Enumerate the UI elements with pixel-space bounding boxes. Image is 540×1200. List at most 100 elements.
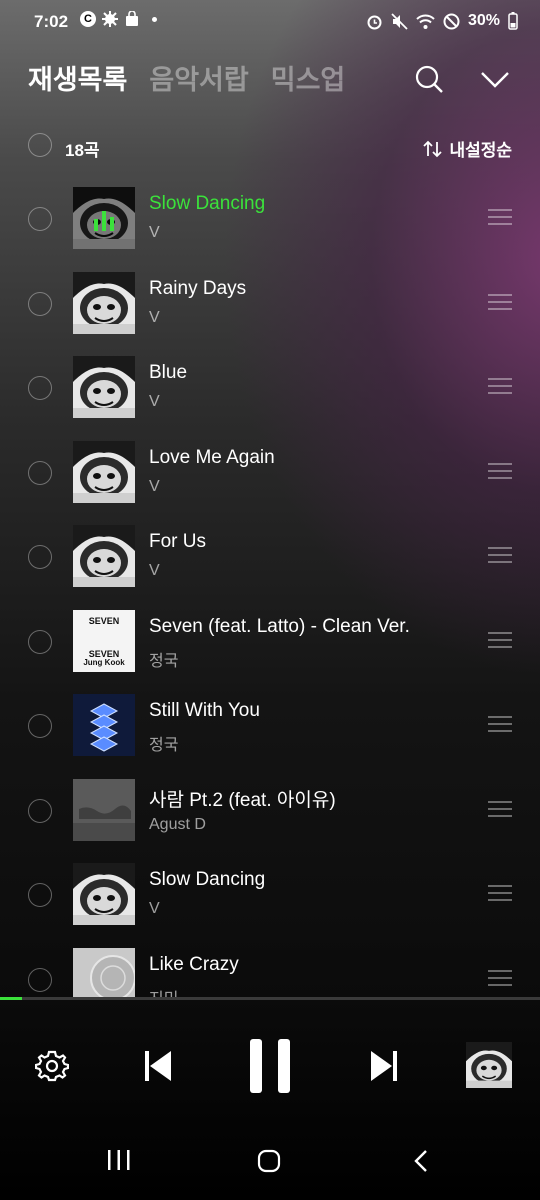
now-playing-album-art[interactable] [466,1042,512,1088]
track-select-checkbox[interactable] [28,629,52,654]
drag-handle-icon[interactable] [488,631,512,653]
track-select-checkbox[interactable] [28,714,52,738]
album-art-still-with-you-image [73,694,135,756]
tab-music-drawer[interactable]: 음악서랍 [149,58,248,97]
track-artist: 정국 [149,652,179,670]
playback-progress-bar[interactable] [0,997,540,1000]
track-artist: V [149,224,160,241]
track-artist: 정국 [149,737,179,754]
track-title: Like Crazy [149,953,239,975]
album-art-v-image [73,525,135,587]
track-title: Seven (feat. Latto) - Clean Ver. [149,615,410,637]
pause-button[interactable] [246,1036,294,1096]
track-row[interactable]: SEVEN SEVEN Jung Kook Seven (feat. Latto) -… [0,601,540,685]
track-title: Slow Dancing [149,193,266,214]
now-playing-equalizer-icon [73,187,135,249]
track-row[interactable]: Slow Dancing V [0,178,540,262]
tab-now-playing[interactable]: 재생목록 [28,58,127,97]
alarm-icon [367,15,382,29]
album-art-seven-image: SEVEN SEVEN Jung Kook [73,609,135,672]
track-select-checkbox[interactable] [28,883,52,907]
track-title: Slow Dancing [149,869,266,890]
back-icon[interactable] [410,1148,432,1174]
shopping-bag-icon [126,11,138,26]
track-row[interactable]: Still With You 정국 [0,685,540,769]
previous-track-button[interactable] [140,1046,176,1086]
skip-next-icon [371,1051,397,1081]
battery-icon [508,12,518,30]
album-art-v-image [73,440,135,503]
drag-handle-icon[interactable] [488,547,512,568]
track-album-art [73,356,135,418]
sort-button[interactable]: 내설정순 [423,136,512,161]
drag-handle-icon[interactable] [488,293,512,315]
track-select-checkbox[interactable] [28,798,52,823]
track-select-checkbox[interactable] [28,207,52,231]
skip-previous-icon [145,1051,171,1081]
sort-icon [423,140,443,157]
settings-gear-status-icon [102,11,118,27]
wifi-icon [416,14,435,29]
track-select-checkbox[interactable] [28,460,52,485]
track-row[interactable]: 사람 Pt.2 (feat. 아이유) Agust D [0,770,540,854]
track-artist: V [149,477,160,495]
gear-icon [35,1050,69,1082]
drag-handle-icon[interactable] [488,885,512,906]
pause-icon [250,1039,290,1093]
track-album-art [73,947,135,998]
drag-handle-icon[interactable] [488,378,512,399]
track-album-art: SEVEN SEVEN Jung Kook [73,609,135,672]
album-art-agust-d-image [73,778,135,841]
track-album-art [73,187,135,249]
track-select-checkbox[interactable] [28,291,52,316]
next-track-button[interactable] [366,1046,402,1086]
drag-handle-icon[interactable] [488,716,512,737]
drag-handle-icon[interactable] [488,462,512,484]
select-all-checkbox[interactable] [28,133,52,157]
track-artist: V [149,900,160,917]
track-select-checkbox[interactable] [28,376,52,400]
drag-handle-icon[interactable] [488,209,512,230]
track-title: Still With You [149,700,260,721]
track-album-art [73,440,135,503]
track-title: Blue [149,362,188,383]
mute-icon [391,12,408,30]
sort-label: 내설정순 [449,141,512,160]
track-artist: V [149,393,160,410]
album-art-v-image [73,271,135,334]
track-select-checkbox[interactable] [28,967,52,992]
track-title: For Us [149,531,206,552]
album-art-v-image [73,356,135,418]
progress-fill [0,997,22,1000]
album-art-jimin-image [73,947,135,998]
track-album-art [73,525,135,587]
track-artist: 지민 [149,985,178,999]
tab-mixup[interactable]: 믹스업 [271,58,346,97]
track-row[interactable]: Love Me Again V [0,432,540,516]
recent-apps-icon[interactable] [106,1148,132,1172]
album-art-v-image [466,1042,512,1088]
track-title: Rainy Days [149,277,247,299]
drag-handle-icon[interactable] [488,800,512,822]
battery-percent: 30% [467,12,500,29]
track-row[interactable]: For Us V [0,516,540,600]
track-row[interactable]: Like Crazy 지민 [0,939,540,999]
track-row[interactable]: Rainy Days V [0,263,540,347]
track-select-checkbox[interactable] [28,545,52,569]
list-header: 18곡 내설정순 [28,130,512,162]
player-controls [0,1030,540,1100]
search-icon[interactable] [414,64,444,94]
track-row[interactable]: Blue V [0,347,540,431]
player-settings-button[interactable] [32,1046,72,1086]
drag-handle-icon[interactable] [488,969,512,991]
track-album-art [73,271,135,334]
status-bar: 7:02 C 30% [0,0,540,44]
track-artist: V [149,562,160,579]
c-app-icon: C [80,11,96,27]
chevron-down-icon[interactable] [480,70,510,90]
home-icon[interactable] [256,1148,282,1174]
track-row[interactable]: Slow Dancing V [0,854,540,938]
status-time: 7:02 [34,12,69,31]
track-artist: V [149,308,160,326]
track-list: Slow Dancing V Rainy Days V Blue V Love Me Aga… [0,178,540,998]
